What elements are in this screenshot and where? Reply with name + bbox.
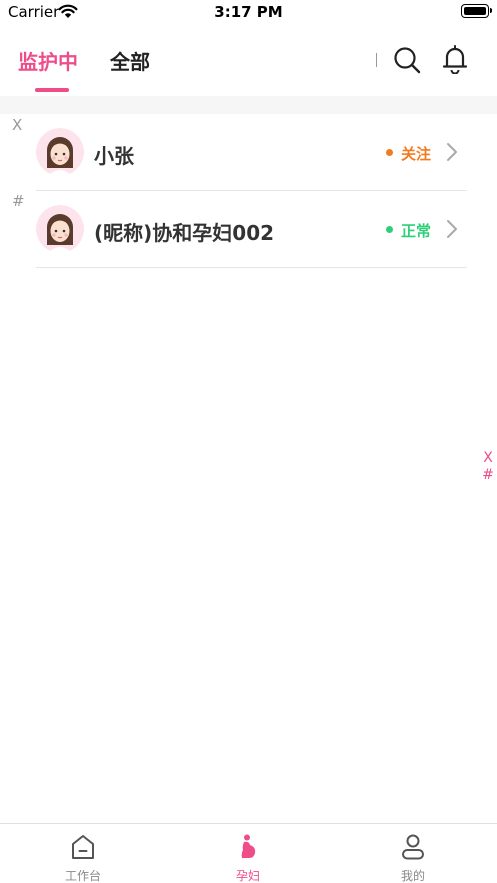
status-dot [385, 149, 393, 156]
home-icon [72, 835, 94, 859]
clock: 3:17 PM [214, 3, 283, 21]
list-item[interactable]: 小张 关注 [36, 114, 467, 191]
status-dot [385, 226, 393, 233]
chevron-right-icon [447, 220, 457, 238]
section-header-hash: # [12, 192, 25, 210]
status-badge: 正常 [385, 220, 431, 241]
status-badge: 关注 [385, 143, 431, 164]
search-icon[interactable] [393, 46, 421, 74]
separator-band [0, 96, 497, 114]
patient-name: 小张 [94, 144, 134, 168]
girl-avatar-icon [36, 205, 84, 253]
header-divider [376, 53, 377, 67]
active-tab-indicator [35, 88, 69, 92]
alphabet-index-bar[interactable]: X # [478, 450, 497, 484]
girl-avatar-icon [36, 128, 84, 176]
pregnant-woman-icon [241, 834, 256, 858]
top-header: 监护中 全部 [0, 26, 497, 96]
tab-label: 我的 [400, 869, 425, 883]
patient-name: (昵称)协和孕妇002 [94, 221, 275, 245]
chevron-right-icon [447, 143, 457, 161]
index-letter-hash[interactable]: # [478, 467, 497, 484]
battery-icon [461, 4, 492, 18]
status-label: 关注 [400, 145, 431, 163]
tab-label: 孕妇 [235, 869, 260, 883]
tab-mine[interactable]: 我的 [373, 824, 453, 883]
section-header-x: X [12, 116, 23, 134]
tab-workbench[interactable]: 工作台 [43, 824, 123, 883]
tab-all[interactable]: 全部 [110, 46, 150, 75]
list-item[interactable]: (昵称)协和孕妇002 正常 [36, 191, 467, 268]
tab-label: 工作台 [64, 869, 101, 883]
bottom-tab-bar: 工作台 孕妇 我的 [0, 823, 497, 883]
index-letter-x[interactable]: X [478, 450, 497, 467]
user-icon [402, 834, 424, 860]
status-bar: Carrier 3:17 PM [0, 0, 497, 26]
tab-monitoring[interactable]: 监护中 [18, 46, 78, 75]
bell-icon[interactable] [441, 44, 469, 74]
tab-pregnant[interactable]: 孕妇 [208, 824, 288, 883]
status-label: 正常 [400, 222, 431, 240]
